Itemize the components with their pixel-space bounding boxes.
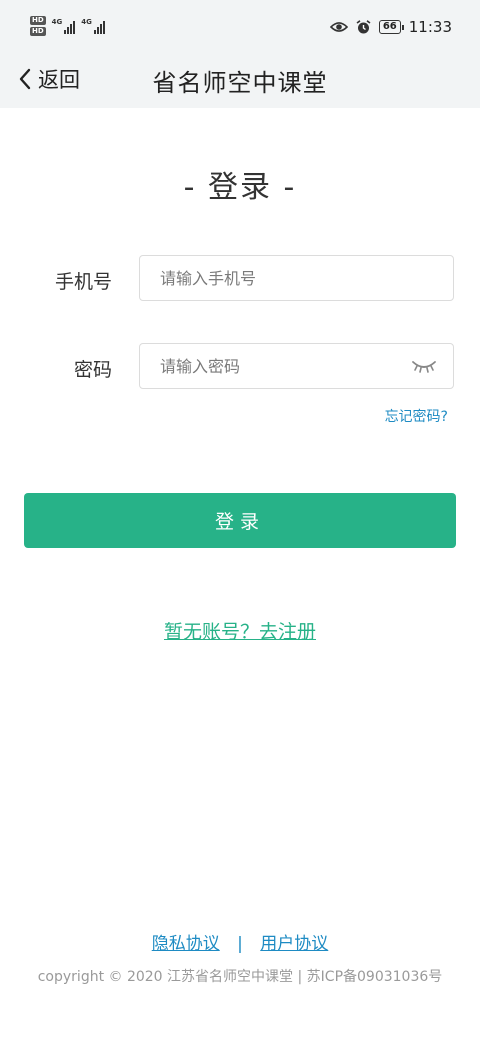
password-label: 密码 <box>73 359 112 381</box>
privacy-policy-link[interactable]: 隐私协议 <box>152 934 220 954</box>
eye-comfort-icon <box>329 22 348 32</box>
phone-label: 手机号 <box>54 271 112 293</box>
login-heading: - 登录 - <box>183 170 297 205</box>
nav-bar: 返回 省名师空中课堂 <box>0 52 480 108</box>
hd-badge: HD <box>30 27 46 36</box>
phone-input[interactable] <box>140 256 410 300</box>
status-left: HD HD 4G 4G <box>30 16 105 36</box>
page-title: 省名师空中课堂 <box>152 69 328 97</box>
hd-badge: HD <box>30 16 46 25</box>
register-row: 暂无账号？去注册 <box>0 617 480 644</box>
forgot-password-link[interactable]: 忘记密码? <box>385 406 448 426</box>
clock: 11:33 <box>408 18 452 36</box>
signal-icon: 4G <box>52 18 76 34</box>
eye-closed-icon[interactable] <box>411 358 437 374</box>
battery-indicator: 66 <box>378 20 404 34</box>
signal-icon: 4G <box>81 18 105 34</box>
status-right: 66 11:33 <box>329 18 452 36</box>
status-bar: HD HD 4G 4G 66 11:33 <box>0 0 480 52</box>
login-button[interactable]: 登录 <box>24 493 456 548</box>
network-type: 4G <box>51 18 63 26</box>
password-input[interactable] <box>140 344 410 388</box>
footer-separator: | <box>237 934 243 954</box>
phone-input-box <box>139 255 454 301</box>
user-agreement-link[interactable]: 用户协议 <box>260 934 328 954</box>
copyright-text: copyright © 2020 江苏省名师空中课堂 | 苏ICP备090310… <box>37 969 443 985</box>
password-input-box <box>139 343 454 389</box>
footer-links: 隐私协议 | 用户协议 <box>0 929 480 954</box>
hd-indicators: HD HD <box>30 16 46 36</box>
network-type: 4G <box>81 18 92 26</box>
register-link[interactable]: 暂无账号？去注册 <box>164 621 316 643</box>
alarm-icon <box>356 19 371 33</box>
